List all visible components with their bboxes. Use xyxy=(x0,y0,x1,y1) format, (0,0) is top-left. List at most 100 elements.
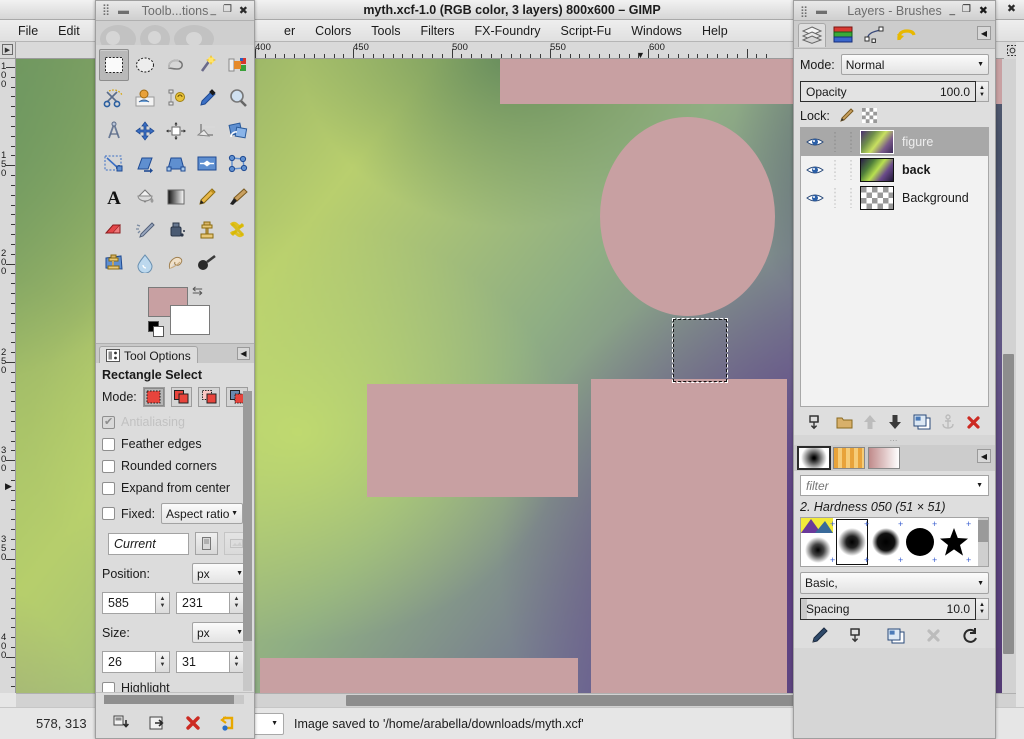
tab-layers[interactable] xyxy=(798,22,826,47)
tool-cage-transform[interactable] xyxy=(223,148,253,180)
selection-rectangle[interactable] xyxy=(672,318,728,383)
restore-icon[interactable]: ❐ xyxy=(223,4,232,15)
size-width-value[interactable]: 26 xyxy=(102,651,155,673)
canvas-vertical-scrollbar[interactable] xyxy=(1002,59,1016,693)
layer-link-cell-2[interactable] xyxy=(844,187,858,209)
layer-list[interactable]: figure back Background xyxy=(800,127,989,407)
position-y-value[interactable]: 231 xyxy=(176,592,229,614)
close-icon[interactable]: ✖ xyxy=(1005,2,1018,15)
layer-link-cell-2[interactable] xyxy=(844,131,858,153)
raise-layer-icon[interactable] xyxy=(863,414,877,430)
swap-colors-icon[interactable]: ⇆ xyxy=(192,283,203,299)
tool-blur-sharpen[interactable] xyxy=(130,247,160,279)
portrait-orientation-button[interactable] xyxy=(194,532,219,555)
tab-patterns[interactable] xyxy=(833,447,865,469)
background-color-swatch[interactable] xyxy=(170,305,210,335)
lock-pixels-icon[interactable] xyxy=(838,108,854,123)
new-layer-icon[interactable] xyxy=(808,414,825,431)
tool-flip[interactable] xyxy=(192,148,222,180)
tab-brushes[interactable] xyxy=(797,446,831,470)
tab-channels[interactable] xyxy=(829,23,857,47)
tool-perspective-clone[interactable] xyxy=(99,247,129,279)
tool-scissors-select[interactable] xyxy=(99,82,129,114)
mode-subtract-button[interactable] xyxy=(198,387,221,407)
menu-script-fu[interactable]: Script-Fu xyxy=(551,22,622,40)
rounded-corners-row[interactable]: Rounded corners xyxy=(102,459,248,473)
tool-text[interactable]: A xyxy=(99,181,129,213)
ruler-origin-button[interactable]: ▶ xyxy=(0,42,16,59)
delete-tool-preset-button[interactable] xyxy=(185,715,201,731)
brush-cell-hardness-075[interactable]: + + xyxy=(869,518,903,566)
tool-shear[interactable] xyxy=(130,148,160,180)
default-colors-icon[interactable] xyxy=(148,321,164,337)
tool-options-horizontal-scrollbar[interactable] xyxy=(104,695,244,704)
size-unit-combo[interactable]: px ▼ xyxy=(192,622,248,643)
tool-color-picker[interactable] xyxy=(192,82,222,114)
restore-icon[interactable]: ❐ xyxy=(962,4,971,15)
expand-from-center-checkbox[interactable] xyxy=(102,481,115,495)
tool-options-hscroll-thumb[interactable] xyxy=(104,695,234,704)
menu-windows[interactable]: Windows xyxy=(621,22,692,40)
delete-brush-icon[interactable] xyxy=(926,628,941,643)
tool-pencil[interactable] xyxy=(192,181,222,213)
brush-cell-star[interactable]: + + xyxy=(937,518,971,566)
right-dock-collapse-icon[interactable]: ◀ xyxy=(977,26,991,40)
size-width-stepper[interactable]: 26 ▲ ▼ xyxy=(102,651,170,673)
expand-from-center-row[interactable]: Expand from center xyxy=(102,481,248,495)
new-layer-group-icon[interactable] xyxy=(836,415,853,430)
tool-measure[interactable] xyxy=(99,115,129,147)
position-x-stepper[interactable]: 585 ▲ ▼ xyxy=(102,592,170,614)
position-x-value[interactable]: 585 xyxy=(102,592,155,614)
size-width-spin-buttons[interactable]: ▲ ▼ xyxy=(155,651,170,673)
dock-splitter[interactable]: ⋯ xyxy=(794,435,995,445)
tool-ellipse-select[interactable] xyxy=(130,49,160,81)
tool-smudge[interactable] xyxy=(161,247,191,279)
tool-bucket-fill[interactable] xyxy=(130,181,160,213)
mode-replace-button[interactable] xyxy=(142,387,165,407)
minimize-icon[interactable]: _ xyxy=(210,5,216,16)
tool-select-by-color[interactable] xyxy=(223,49,253,81)
brush-collapse-icon[interactable]: ◀ xyxy=(977,449,991,463)
brush-cell-0[interactable]: + + xyxy=(801,518,835,566)
tool-scale[interactable] xyxy=(99,148,129,180)
tool-rectangle-select[interactable] xyxy=(99,49,129,81)
tool-options-collapse-icon[interactable]: ◀ xyxy=(237,347,250,360)
layer-row-background[interactable]: Background xyxy=(801,184,988,212)
tab-undo-history[interactable] xyxy=(891,23,919,47)
horizontal-scroll-thumb[interactable] xyxy=(346,695,826,706)
tool-rotate[interactable] xyxy=(223,115,253,147)
duplicate-layer-icon[interactable] xyxy=(913,414,931,430)
layer-visibility-icon[interactable] xyxy=(804,164,826,176)
layer-link-cell[interactable] xyxy=(828,131,842,153)
tool-options-scrollbar[interactable] xyxy=(243,391,252,691)
tool-crop[interactable] xyxy=(192,115,222,147)
menu-edit[interactable]: Edit xyxy=(48,22,90,40)
tool-heal[interactable] xyxy=(223,214,253,246)
layer-link-cell[interactable] xyxy=(828,187,842,209)
save-tool-preset-button[interactable] xyxy=(113,715,131,732)
menu-arrow-icon[interactable]: ▶ xyxy=(2,44,13,55)
minimize-icon[interactable]: _ xyxy=(949,5,955,16)
tool-options-scroll-thumb[interactable] xyxy=(243,391,252,641)
restore-tool-preset-button[interactable] xyxy=(149,715,167,732)
tool-airbrush[interactable] xyxy=(130,214,160,246)
vertical-ruler[interactable]: 100 150 200 250 300 350 400 ▶ xyxy=(0,59,16,693)
tool-blend[interactable] xyxy=(161,181,191,213)
close-icon[interactable]: ✖ xyxy=(979,4,988,17)
aspect-ratio-entry[interactable]: Current xyxy=(108,532,189,555)
brush-cell-hardness-050[interactable]: + + xyxy=(835,518,869,566)
layer-opacity-spin-buttons[interactable]: ▲ ▼ xyxy=(976,81,989,102)
layer-visibility-icon[interactable] xyxy=(804,136,826,148)
layer-row-figure[interactable]: figure xyxy=(801,128,988,156)
new-brush-icon[interactable] xyxy=(849,627,866,644)
brush-filter-input[interactable] xyxy=(806,478,956,493)
menu-tools[interactable]: Tools xyxy=(361,22,410,40)
tool-paths[interactable] xyxy=(161,82,191,114)
rounded-corners-checkbox[interactable] xyxy=(102,459,115,473)
layer-link-cell-2[interactable] xyxy=(844,159,858,181)
tab-gradients[interactable] xyxy=(868,447,900,469)
refresh-brushes-icon[interactable] xyxy=(962,627,979,644)
delete-layer-icon[interactable] xyxy=(966,415,981,430)
size-height-value[interactable]: 31 xyxy=(176,651,229,673)
tool-alignment[interactable] xyxy=(161,115,191,147)
